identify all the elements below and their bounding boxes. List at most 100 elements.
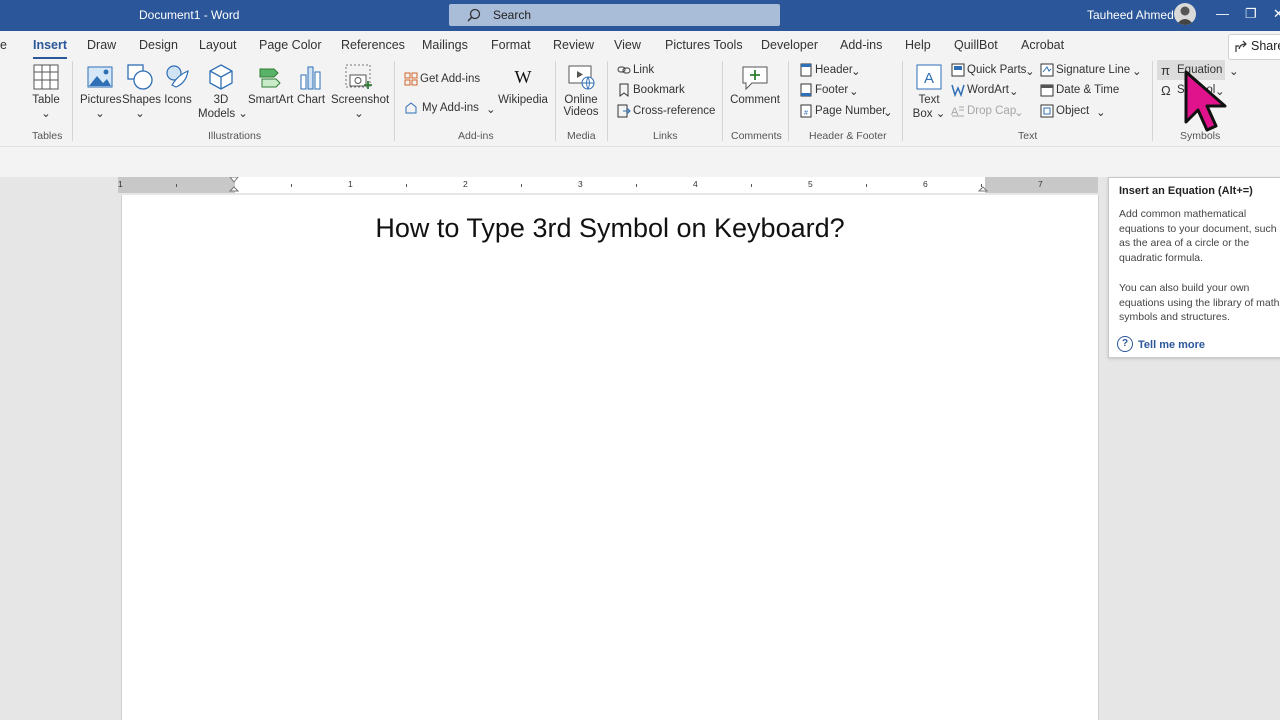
ruler-tick <box>521 184 522 187</box>
ruler-number: 7 <box>1038 179 1043 189</box>
tell-me-more-link[interactable]: Tell me more <box>1138 339 1205 351</box>
footer-icon <box>800 83 812 97</box>
tab-references[interactable]: References <box>341 38 405 52</box>
comment-icon <box>742 66 768 91</box>
tab-draw[interactable]: Draw <box>87 38 116 52</box>
document-heading[interactable]: How to Type 3rd Symbol on Keyboard? <box>122 213 1098 244</box>
drop-cap-icon: A <box>951 106 964 118</box>
chart-button[interactable]: Chart <box>296 63 326 106</box>
share-button[interactable]: Share <box>1228 34 1280 60</box>
chevron-down-icon: ⌄ <box>1132 66 1142 78</box>
date-time-label: Date & Time <box>1056 84 1120 96</box>
shapes-icon <box>127 64 153 90</box>
group-separator <box>607 61 608 141</box>
chart-icon <box>300 66 321 90</box>
document-title: Document1 - Word <box>139 8 240 22</box>
link-label: Link <box>633 64 655 76</box>
group-label-illustrations: Illustrations <box>208 130 262 142</box>
share-icon <box>1235 40 1247 52</box>
table-button[interactable]: Table ⌄ <box>30 63 62 120</box>
tooltip-description-2: You can also build your own equations us… <box>1119 282 1280 324</box>
text-box-icon: A <box>916 64 942 90</box>
smartart-button[interactable]: SmartArt <box>248 63 294 106</box>
pi-icon: π <box>1161 63 1170 78</box>
wikipedia-label: Wikipedia <box>498 94 548 106</box>
share-label: Share <box>1251 39 1280 53</box>
tab-layout[interactable]: Layout <box>199 38 237 52</box>
tab-review[interactable]: Review <box>553 38 594 52</box>
shapes-button[interactable]: Shapes ⌄ <box>122 63 161 120</box>
ribbon-bottom-strip <box>0 146 1280 177</box>
group-label-text: Text <box>1018 130 1038 142</box>
right-indent-marker-icon[interactable] <box>978 177 988 193</box>
signature-line-label: Signature Line <box>1056 64 1131 76</box>
ruler-number: 5 <box>808 179 813 189</box>
object-label: Object <box>1056 105 1090 117</box>
tab-format[interactable]: Format <box>491 38 531 52</box>
search-box[interactable]: Search <box>449 4 780 26</box>
tab-page-color[interactable]: Page Color <box>259 38 322 52</box>
group-label-links: Links <box>653 130 678 142</box>
wordart-label: WordArt <box>967 84 1009 96</box>
screenshot-button[interactable]: Screenshot ⌄ <box>331 63 389 120</box>
tab-design[interactable]: Design <box>139 38 178 52</box>
chevron-down-icon: ⌄ <box>883 107 893 119</box>
tab-insert[interactable]: Insert <box>33 38 68 59</box>
smartart-icon <box>259 68 281 88</box>
avatar[interactable] <box>1174 3 1196 25</box>
wikipedia-button[interactable]: W Wikipedia <box>498 63 548 106</box>
page-number-icon: # <box>800 104 812 118</box>
pictures-button[interactable]: Pictures ⌄ <box>80 63 122 120</box>
title-bar: Document1 - Word Search Tauheed Ahmed — … <box>0 0 1280 31</box>
indent-marker-icon[interactable] <box>229 177 239 193</box>
tab-view[interactable]: View <box>614 38 641 52</box>
user-name[interactable]: Tauheed Ahmed <box>1087 8 1174 22</box>
tab-home[interactable]: e <box>0 38 7 52</box>
wikipedia-icon: W <box>515 67 532 87</box>
horizontal-ruler[interactable]: 1 1 2 3 4 5 6 7 <box>118 177 1098 193</box>
help-icon: ? <box>1117 336 1133 352</box>
ribbon: e Insert Draw Design Layout Page Color R… <box>0 31 1280 146</box>
tab-acrobat[interactable]: Acrobat <box>1021 38 1064 52</box>
chart-label: Chart <box>296 94 326 106</box>
tab-pictures-tools[interactable]: Pictures Tools <box>665 38 743 52</box>
get-add-ins-label: Get Add-ins <box>420 73 481 85</box>
ruler-number: 4 <box>693 179 698 189</box>
text-box-label-1: Text <box>918 94 940 106</box>
link-icon <box>617 66 631 74</box>
quick-parts-label: Quick Parts <box>967 64 1027 76</box>
chevron-down-icon: ⌄ <box>1014 107 1024 119</box>
tab-mailings[interactable]: Mailings <box>422 38 468 52</box>
3d-models-button[interactable]: 3D Models ⌄ <box>198 63 248 120</box>
chevron-down-icon: ⌄ <box>41 108 51 120</box>
smartart-label: SmartArt <box>248 94 294 106</box>
ruler-tick <box>176 184 177 187</box>
minimize-button[interactable]: — <box>1216 6 1229 21</box>
comment-button[interactable]: Comment <box>730 63 780 106</box>
group-separator <box>555 61 556 141</box>
chevron-down-icon: ⌄ <box>1096 107 1106 119</box>
icons-button[interactable]: Icons <box>162 63 194 106</box>
ribbon-tabs: e Insert Draw Design Layout Page Color R… <box>0 31 1280 60</box>
close-button[interactable]: ✕ <box>1273 6 1280 22</box>
tab-developer[interactable]: Developer <box>761 38 818 52</box>
my-add-ins-label: My Add-ins <box>422 102 479 114</box>
chevron-down-icon: ⌄ <box>238 108 248 120</box>
chevron-down-icon: ⌄ <box>849 86 859 98</box>
tab-quillbot[interactable]: QuillBot <box>954 38 998 52</box>
tab-help[interactable]: Help <box>905 38 931 52</box>
header-label: Header <box>815 64 853 76</box>
screenshot-icon <box>345 64 372 89</box>
text-box-button[interactable]: A Text Box ⌄ <box>912 63 946 120</box>
group-label-media: Media <box>567 130 596 142</box>
bookmark-icon <box>619 83 629 97</box>
chevron-down-icon: ⌄ <box>935 108 946 120</box>
online-videos-label-2: Videos <box>563 106 599 118</box>
signature-line-icon <box>1040 63 1054 77</box>
restore-button[interactable]: ❐ <box>1245 6 1257 22</box>
icons-label: Icons <box>164 94 192 106</box>
online-videos-button[interactable]: Online Videos <box>562 63 600 118</box>
document-page[interactable]: How to Type 3rd Symbol on Keyboard? <box>121 195 1099 720</box>
3d-models-label-2: Models <box>198 108 236 120</box>
tab-add-ins[interactable]: Add-ins <box>840 38 882 52</box>
